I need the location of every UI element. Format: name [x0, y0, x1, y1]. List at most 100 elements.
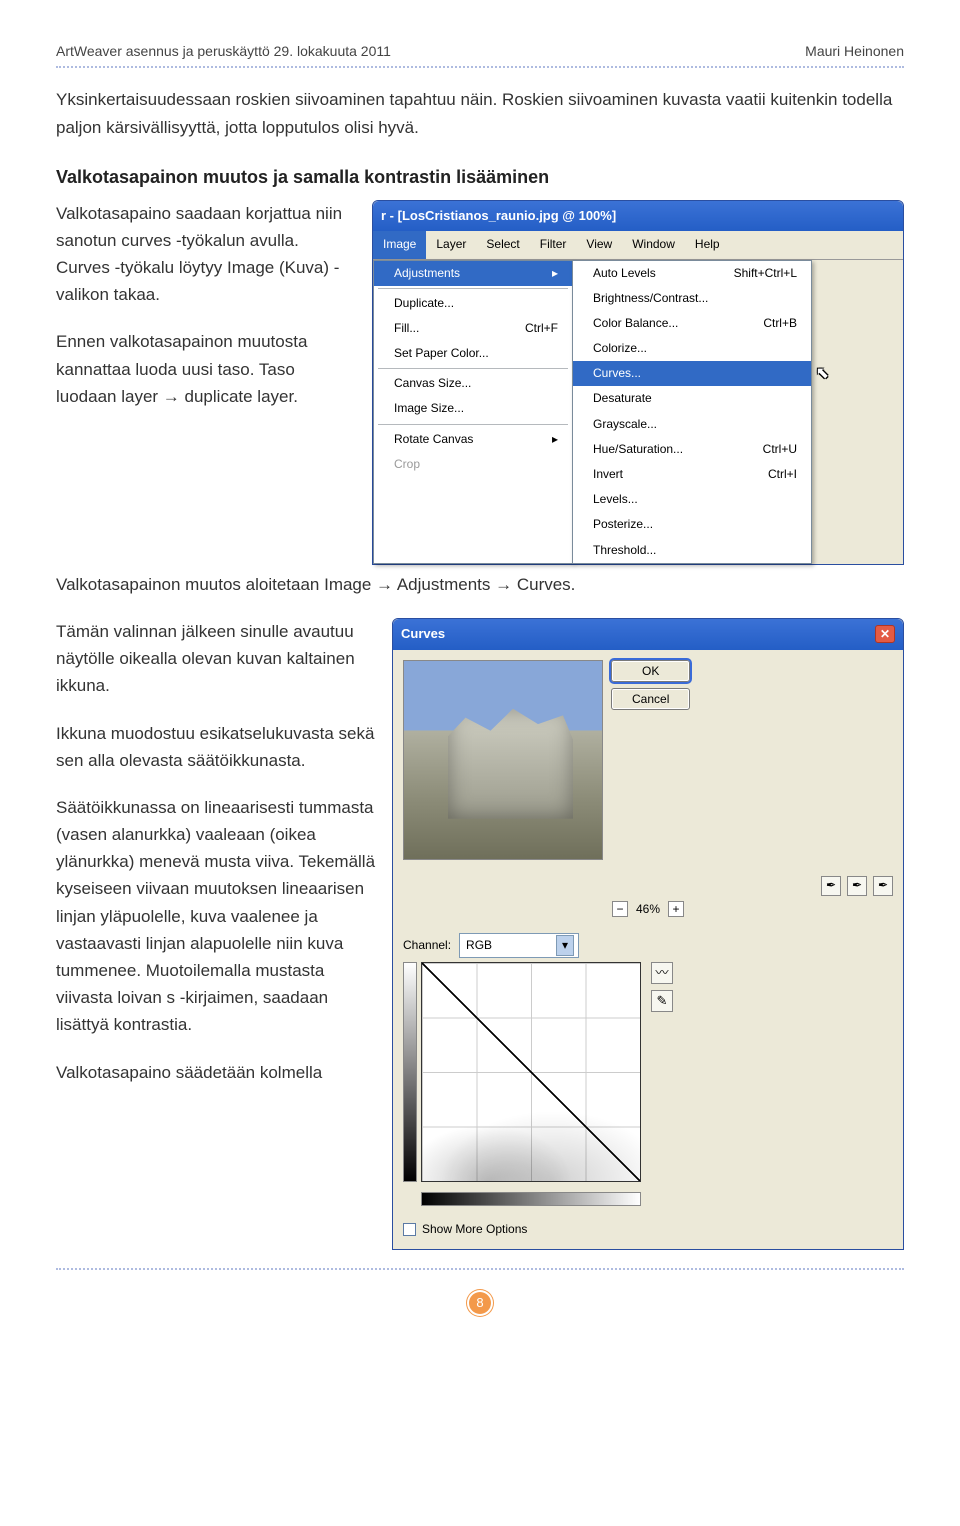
section-heading: Valkotasapainon muutos ja samalla kontra… [56, 163, 904, 192]
menu-item-label: Adjustments [394, 264, 460, 283]
menubar-item-view[interactable]: View [576, 231, 622, 258]
header-right: Mauri Heinonen [805, 40, 904, 62]
dialog-title: Curves [401, 624, 445, 645]
dialog-titlebar: Curves ✕ [393, 619, 903, 650]
menubar: Image Layer Select Filter View Window He… [373, 231, 903, 259]
close-icon[interactable]: ✕ [875, 625, 895, 643]
menu-item-shortcut: Shift+Ctrl+L [734, 264, 797, 283]
header-left: ArtWeaver asennus ja peruskäyttö 29. lok… [56, 40, 391, 62]
channel-select[interactable]: RGB [459, 933, 579, 958]
menu-item-canvas-size[interactable]: Canvas Size... [374, 371, 572, 396]
menu-item-auto-levels[interactable]: Auto Levels Shift+Ctrl+L [573, 261, 811, 286]
menu-item-rotate-canvas[interactable]: Rotate Canvas [374, 427, 572, 452]
horizontal-gradient [421, 1192, 641, 1206]
show-more-label: Show More Options [422, 1220, 527, 1239]
menu-item-duplicate[interactable]: Duplicate... [374, 291, 572, 316]
menu-item-color-balance[interactable]: Color Balance... Ctrl+B [573, 311, 811, 336]
menu-item-shortcut: Ctrl+U [763, 440, 797, 459]
menu-item-shortcut: Ctrl+B [763, 314, 797, 333]
menu-item-label: Duplicate... [394, 294, 454, 313]
menu-item-hue-saturation[interactable]: Hue/Saturation... Ctrl+U [573, 437, 811, 462]
menu-item-set-paper[interactable]: Set Paper Color... [374, 341, 572, 366]
divider [56, 66, 904, 68]
curve-tool-spline-icon[interactable]: 〰 [651, 962, 673, 984]
paragraph: Ikkuna muodostuu esikatselukuvasta sekä … [56, 720, 376, 774]
curves-dialog: Curves ✕ OK Cancel ✒ ✒ ✒ [392, 618, 904, 1250]
curve-grid[interactable] [421, 962, 641, 1182]
menu-item-brightness-contrast[interactable]: Brightness/Contrast... [573, 286, 811, 311]
eyedropper-group: ✒ ✒ ✒ [393, 870, 903, 896]
menubar-item-select[interactable]: Select [476, 231, 529, 258]
paragraph: Valkotasapainon muutos aloitetaan Image … [56, 571, 904, 598]
menu-item-label: Desaturate [593, 389, 652, 408]
cancel-button[interactable]: Cancel [611, 688, 690, 710]
menu-item-label: Grayscale... [593, 415, 657, 434]
menu-item-curves[interactable]: Curves... [573, 361, 811, 386]
menubar-item-help[interactable]: Help [685, 231, 730, 258]
menu-item-adjustments[interactable]: Adjustments [374, 261, 572, 286]
menu-item-posterize[interactable]: Posterize... [573, 512, 811, 537]
preview-content [448, 709, 573, 819]
divider [56, 1268, 904, 1270]
zoom-in-button[interactable]: + [668, 901, 684, 917]
menu-item-label: Hue/Saturation... [593, 440, 683, 459]
zoom-controls: − 46% + [393, 896, 903, 927]
menubar-item-filter[interactable]: Filter [530, 231, 577, 258]
paragraph: Valkotasapaino saadaan korjattua niin sa… [56, 200, 356, 309]
page-number: 8 [467, 1290, 493, 1316]
menu-item-shortcut: Ctrl+F [525, 319, 558, 338]
menu-item-label: Brightness/Contrast... [593, 289, 708, 308]
eyedropper-black-icon[interactable]: ✒ [821, 876, 841, 896]
zoom-out-button[interactable]: − [612, 901, 628, 917]
menu-item-colorize[interactable]: Colorize... [573, 336, 811, 361]
menubar-item-layer[interactable]: Layer [426, 231, 476, 258]
eyedropper-white-icon[interactable]: ✒ [873, 876, 893, 896]
menu-item-label: Crop [394, 455, 420, 474]
menu-item-label: Auto Levels [593, 264, 656, 283]
menu-item-label: Levels... [593, 490, 638, 509]
paragraph: Valkotasapaino säädetään kolmella [56, 1059, 376, 1086]
paragraph: Säätöikkunassa on lineaarisesti tummasta… [56, 794, 376, 1039]
menu-item-label: Rotate Canvas [394, 430, 473, 449]
menu-item-invert[interactable]: Invert Ctrl+I [573, 462, 811, 487]
paragraph: Ennen valkotasapainon muutosta kannattaa… [56, 328, 356, 410]
menu-separator [378, 288, 568, 289]
adjustments-submenu: Auto Levels Shift+Ctrl+L Brightness/Contr… [572, 260, 812, 564]
menu-separator [378, 368, 568, 369]
menu-item-crop[interactable]: Crop [374, 452, 572, 477]
menubar-item-image[interactable]: Image [373, 231, 426, 258]
page-header: ArtWeaver asennus ja peruskäyttö 29. lok… [56, 40, 904, 62]
menu-item-label: Set Paper Color... [394, 344, 489, 363]
zoom-value: 46% [636, 900, 660, 919]
menu-item-levels[interactable]: Levels... [573, 487, 811, 512]
image-preview [403, 660, 603, 860]
menu-item-fill[interactable]: Fill... Ctrl+F [374, 316, 572, 341]
menu-item-label: Fill... [394, 319, 419, 338]
menu-item-image-size[interactable]: Image Size... [374, 396, 572, 421]
vertical-gradient [403, 962, 417, 1182]
histogram [422, 1077, 640, 1182]
artweaver-window: r - [LosCristianos_raunio.jpg @ 100%] Im… [372, 200, 904, 565]
menu-item-label: Image Size... [394, 399, 464, 418]
menu-item-desaturate[interactable]: Desaturate [573, 386, 811, 411]
menubar-item-window[interactable]: Window [622, 231, 685, 258]
show-more-checkbox[interactable] [403, 1223, 416, 1236]
menu-item-label: Color Balance... [593, 314, 678, 333]
menu-separator [378, 424, 568, 425]
menu-item-label: Colorize... [593, 339, 647, 358]
paragraph: Tämän valinnan jälkeen sinulle avautuu n… [56, 618, 376, 700]
menu-item-label: Threshold... [593, 541, 656, 560]
menu-item-label: Canvas Size... [394, 374, 471, 393]
menu-item-grayscale[interactable]: Grayscale... [573, 412, 811, 437]
eyedropper-gray-icon[interactable]: ✒ [847, 876, 867, 896]
menu-item-label: Curves... [593, 364, 641, 383]
curve-tool-pencil-icon[interactable]: ✎ [651, 990, 673, 1012]
menu-item-shortcut: Ctrl+I [768, 465, 797, 484]
ok-button[interactable]: OK [611, 660, 690, 682]
menu-item-label: Posterize... [593, 515, 653, 534]
window-titlebar: r - [LosCristianos_raunio.jpg @ 100%] [373, 201, 903, 232]
menu-item-label: Invert [593, 465, 623, 484]
channel-label: Channel: [403, 936, 451, 955]
image-menu: Adjustments Duplicate... Fill... Ctrl+F S… [373, 260, 573, 564]
menu-item-threshold[interactable]: Threshold... [573, 538, 811, 563]
